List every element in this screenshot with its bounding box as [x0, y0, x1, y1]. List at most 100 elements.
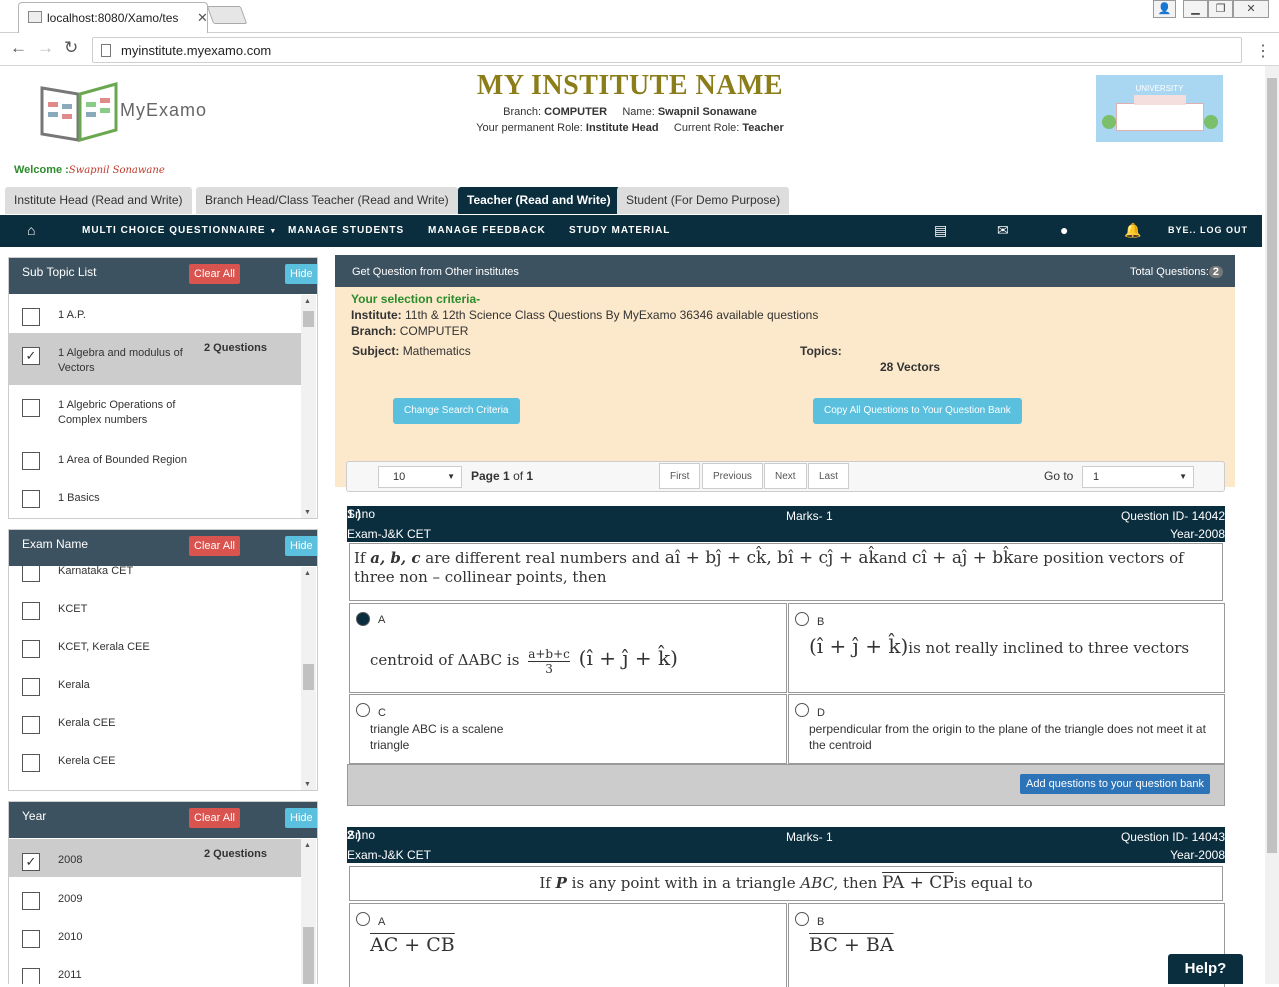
url-field[interactable]: myinstitute.myexamo.com [92, 37, 1242, 63]
subtopic-item[interactable]: 1 Algebric Operations of Complex numbers [9, 386, 301, 440]
option-b[interactable]: B BC + BA [788, 903, 1225, 987]
fraction-denominator: 3 [545, 661, 553, 676]
myexamo-logo[interactable]: MyExamo [40, 80, 220, 146]
change-search-criteria-button[interactable]: Change Search Criteria [393, 398, 520, 424]
restore-icon[interactable]: ❐ [1208, 0, 1233, 18]
checkbox[interactable] [22, 399, 40, 417]
copy-all-questions-button[interactable]: Copy All Questions to Your Question Bank [813, 398, 1022, 424]
year-item[interactable]: 2011 [9, 958, 301, 984]
subtopic-item[interactable]: ✓ 1 Algebra and modulus of Vectors 2 Quest… [9, 333, 301, 385]
option-b[interactable]: B (î + ĵ + k̂)is not really inclined to … [788, 603, 1225, 693]
year-item[interactable]: 2009 [9, 882, 301, 918]
exam-item[interactable]: KCET [9, 592, 301, 628]
back-icon[interactable]: ← [10, 38, 27, 58]
checkbox[interactable] [22, 566, 40, 582]
scroll-down-icon[interactable]: ▼ [304, 781, 311, 788]
add-to-question-bank-button[interactable]: Add questions to your question bank [1020, 774, 1210, 794]
new-tab-button[interactable] [206, 6, 248, 24]
checkbox[interactable] [22, 754, 40, 772]
year-item[interactable]: ✓ 2008 2 Questions [9, 839, 301, 877]
browser-menu-icon[interactable]: ⋮ [1255, 41, 1271, 61]
option-b-radio[interactable] [795, 612, 809, 626]
year-clear-all-button[interactable]: Clear All [189, 808, 240, 828]
minimize-icon[interactable]: ▁ [1183, 0, 1208, 18]
question-header: Sr.no 1 ) Marks- 1 Question ID- 14042 Ex… [347, 506, 1225, 542]
exam-item[interactable]: Kerala CEE [9, 706, 301, 742]
previous-page-button[interactable]: Previous [702, 463, 763, 489]
checkbox[interactable] [22, 968, 40, 984]
tab-branch-head[interactable]: Branch Head/Class Teacher (Read and Writ… [196, 187, 458, 214]
subtopic-item[interactable]: 1 Basics [9, 480, 301, 516]
option-c[interactable]: C triangle ABC is a scalene triangle [349, 694, 787, 764]
marks: Marks- 1 [786, 509, 833, 523]
exam-hide-button[interactable]: Hide [285, 536, 317, 556]
option-c-text: triangle ABC is a scalene triangle [370, 722, 504, 752]
mail-icon[interactable]: ✉ [997, 222, 1009, 239]
exam-clear-all-button[interactable]: Clear All [189, 536, 240, 556]
exam-scrollbar[interactable]: ▲ ▼ [301, 567, 316, 790]
checkbox[interactable] [22, 678, 40, 696]
logout-link[interactable]: BYE.. LOG OUT [1168, 225, 1248, 235]
exam-item[interactable]: Kerala [9, 668, 301, 704]
help-button[interactable]: Help? [1168, 954, 1243, 984]
user-icon[interactable]: ● [1060, 222, 1068, 238]
scroll-up-icon[interactable]: ▲ [304, 842, 311, 849]
exam-item[interactable]: Karnataka CET [9, 566, 301, 584]
last-page-button[interactable]: Last [808, 463, 849, 489]
home-icon[interactable]: ⌂ [27, 222, 35, 238]
option-a-radio[interactable] [356, 612, 370, 626]
goto-select[interactable]: 1 ▼ [1082, 466, 1194, 488]
checkbox[interactable] [22, 308, 40, 326]
checkbox[interactable] [22, 452, 40, 470]
bell-icon[interactable]: 🔔 [1124, 222, 1141, 239]
checkbox[interactable] [22, 892, 40, 910]
checkbox[interactable] [22, 602, 40, 620]
profile-icon[interactable]: 👤 [1153, 0, 1176, 18]
close-window-icon[interactable]: ✕ [1233, 0, 1269, 18]
option-d[interactable]: D perpendicular from the origin to the p… [788, 694, 1225, 764]
tab-student[interactable]: Student (For Demo Purpose) [617, 187, 790, 214]
page-scrollbar[interactable] [1265, 66, 1279, 984]
option-b-radio[interactable] [795, 912, 809, 926]
subtopic-scrollbar[interactable]: ▲ ▼ [301, 295, 316, 518]
checkbox[interactable] [22, 640, 40, 658]
first-page-button[interactable]: First [659, 463, 701, 489]
year-scrollbar[interactable]: ▲ [301, 839, 316, 984]
year-item[interactable]: 2010 [9, 920, 301, 956]
nav-study-material[interactable]: STUDY MATERIAL [569, 225, 670, 236]
option-d-radio[interactable] [795, 703, 809, 717]
checkbox[interactable] [22, 490, 40, 508]
scroll-down-icon[interactable]: ▼ [304, 509, 311, 516]
exam-item[interactable]: Kerela CEE [9, 744, 301, 780]
checkbox-checked[interactable]: ✓ [22, 347, 40, 365]
exam-item[interactable]: KCET, Kerala CEE [9, 630, 301, 666]
checkbox-checked[interactable]: ✓ [22, 853, 40, 871]
next-page-button[interactable]: Next [764, 463, 807, 489]
subtopic-item[interactable]: 1 A.P. [9, 296, 301, 332]
tab-teacher[interactable]: Teacher (Read and Write) [458, 187, 620, 214]
reload-icon[interactable]: ↻ [64, 38, 78, 58]
browser-tab[interactable]: localhost:8080/Xamo/tes ✕ [18, 2, 208, 33]
checkbox[interactable] [22, 930, 40, 948]
per-page-select[interactable]: 10 ▼ [378, 466, 462, 488]
close-tab-icon[interactable]: ✕ [197, 10, 208, 26]
checkbox[interactable] [22, 716, 40, 734]
option-a[interactable]: A AC + CB [349, 903, 787, 987]
nav-multi-choice[interactable]: MULTI CHOICE QUESTIONNAIRE ▼ [82, 225, 277, 236]
option-a[interactable]: A centroid of ΔABC is a+b+c 3 (î + ĵ + k̂… [349, 603, 787, 693]
subtopic-clear-all-button[interactable]: Clear All [189, 264, 240, 284]
scroll-up-icon[interactable]: ▲ [304, 298, 311, 305]
qtext-math: PA + CP [882, 873, 954, 893]
subtopic-item[interactable]: 1 Area of Bounded Region [9, 441, 301, 477]
year-hide-button[interactable]: Hide [285, 808, 317, 828]
tab-institute-head[interactable]: Institute Head (Read and Write) [5, 187, 192, 214]
scroll-up-icon[interactable]: ▲ [304, 570, 311, 577]
question-count: 2 Questions [204, 848, 267, 860]
subtopic-hide-button[interactable]: Hide [285, 264, 317, 284]
forward-icon[interactable]: → [37, 38, 54, 58]
list-icon[interactable]: ▤ [934, 222, 947, 239]
option-c-radio[interactable] [356, 703, 370, 717]
option-a-radio[interactable] [356, 912, 370, 926]
nav-manage-students[interactable]: MANAGE STUDENTS [288, 225, 404, 236]
nav-manage-feedback[interactable]: MANAGE FEEDBACK [428, 225, 546, 236]
